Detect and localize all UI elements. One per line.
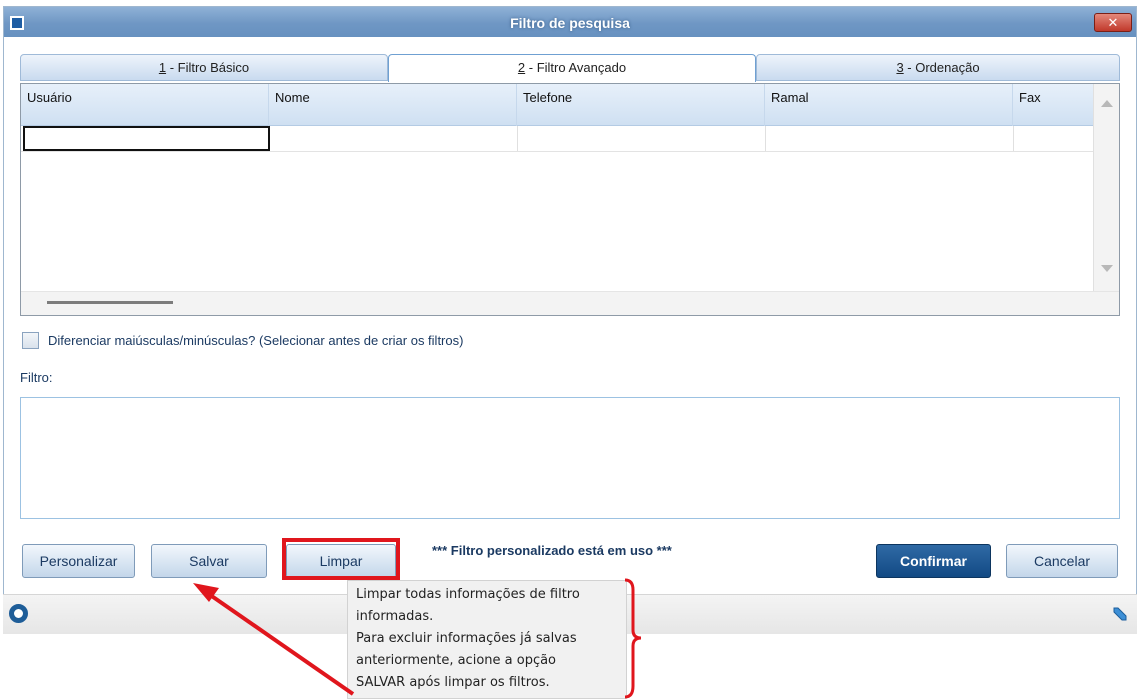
scrollbar-thumb[interactable] [47,301,173,304]
table-cell-usuario[interactable] [23,126,270,151]
cancel-button[interactable]: Cancelar [1006,544,1118,578]
column-header-usuario[interactable]: Usuário [21,84,269,126]
scroll-down-icon[interactable] [1101,265,1113,272]
horizontal-scrollbar[interactable] [21,291,1119,315]
table-cell-fax[interactable] [1014,126,1094,151]
column-header-ramal[interactable]: Ramal [765,84,1013,126]
app-logo-icon [9,604,28,623]
column-header-nome[interactable]: Nome [269,84,517,126]
tab-hotkey: 3 [896,60,904,75]
title-bar[interactable]: Filtro de pesquisa ✕ [4,7,1136,37]
tab-label: - Filtro Básico [166,60,250,75]
tab-advanced-filter[interactable]: 2 - Filtro Avançado [388,54,756,82]
tooltip-line: anteriormente, acione a opção [356,653,557,668]
confirm-button[interactable]: Confirmar [876,544,991,578]
resize-icon[interactable] [1113,607,1127,621]
tooltip-line: Limpar todas informações de filtro [356,587,580,602]
filter-label: Filtro: [20,370,53,385]
tooltip-line: Para excluir informações já salvas [356,631,577,646]
personalize-button[interactable]: Personalizar [22,544,135,578]
case-sensitive-checkbox[interactable] [22,332,39,349]
table-cell-ramal[interactable] [766,126,1014,151]
tab-label: - Filtro Avançado [525,60,627,75]
column-header-fax[interactable]: Fax [1013,84,1094,126]
window-title: Filtro de pesquisa [510,15,630,31]
tab-ordering[interactable]: 3 - Ordenação [756,54,1120,81]
table-cell-telefone[interactable] [518,126,766,151]
custom-filter-status: *** Filtro personalizado está em uso *** [432,543,672,558]
vertical-scrollbar[interactable] [1093,84,1119,292]
clear-tooltip: Limpar todas informações de filtro infor… [347,580,627,699]
user-grid[interactable]: Usuário Nome Telefone Ramal Fax [20,83,1120,316]
case-sensitive-label[interactable]: Diferenciar maiúsculas/minúsculas? (Sele… [48,333,463,348]
table-row[interactable] [21,126,1094,152]
arrow-annotation-icon [193,583,355,696]
tooltip-line: SALVAR após limpar os filtros. [356,675,550,690]
grid-header: Usuário Nome Telefone Ramal Fax [21,84,1094,126]
close-button[interactable]: ✕ [1094,13,1132,32]
brace-annotation-icon [624,578,642,699]
table-cell-nome[interactable] [270,126,518,151]
tab-label: - Ordenação [903,60,980,75]
scroll-up-icon[interactable] [1101,100,1113,107]
tab-hotkey: 1 [158,60,167,75]
filter-textarea[interactable] [20,397,1120,519]
tab-basic-filter[interactable]: 1 - Filtro Básico [20,54,388,81]
column-header-telefone[interactable]: Telefone [517,84,765,126]
tooltip-line: informadas. [356,609,434,624]
